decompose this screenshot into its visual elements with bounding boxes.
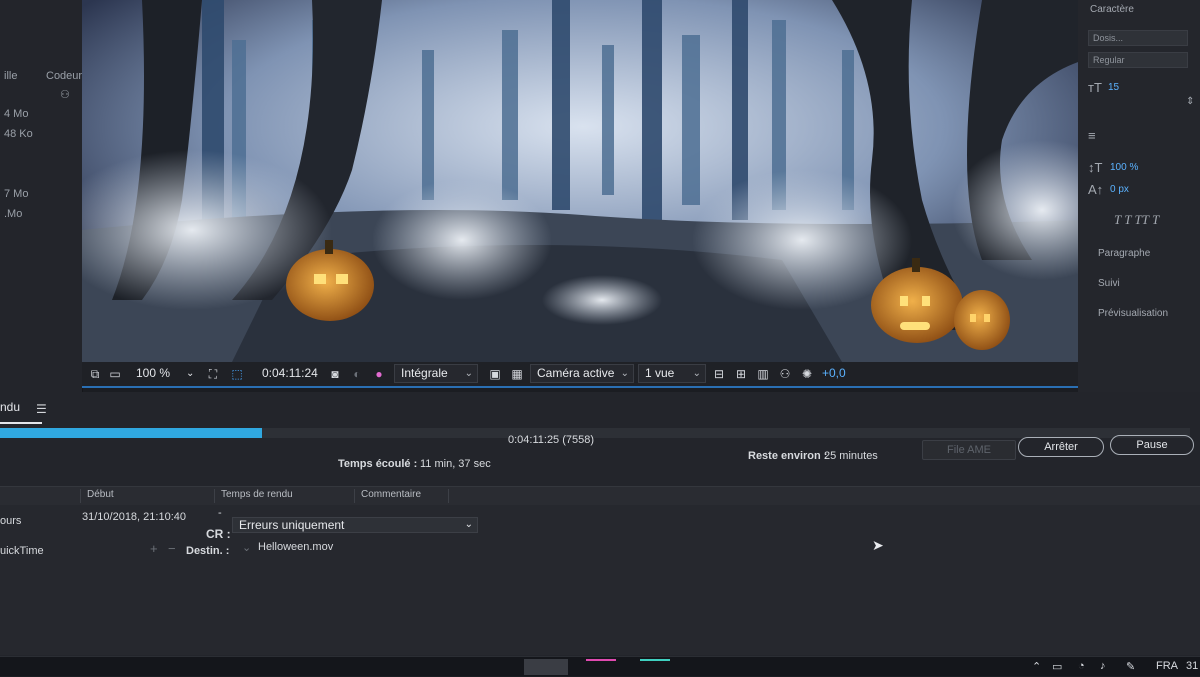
remaining-value: 25 minutes (824, 450, 878, 462)
halloween-forest-artwork (82, 0, 1084, 362)
resolution-dropdown[interactable]: Intégrale ⌄ (394, 364, 478, 383)
elapsed-label: Temps écoulé : (338, 458, 418, 470)
resolution-value: Intégrale (401, 366, 448, 380)
pen-icon[interactable]: ✎ (1126, 660, 1135, 673)
column-render-time[interactable]: Temps de rendu (214, 489, 293, 503)
output-module[interactable]: uickTime (0, 545, 44, 557)
vertical-scale-value[interactable]: 100 % (1110, 162, 1138, 173)
composition-viewer[interactable] (82, 0, 1084, 362)
project-panel: ille Codeur ⚇ 4 Mo 48 Ko 7 Mo .Mo (0, 0, 83, 392)
zoom-chevron-down-icon[interactable]: ⌄ (186, 368, 194, 379)
taskbar-app-button[interactable] (640, 659, 670, 677)
font-family-select[interactable]: Dosis... (1088, 30, 1188, 46)
project-size-1: 4 Mo (4, 108, 29, 120)
clock[interactable]: 31 (1186, 660, 1198, 672)
viewer-toolbar: ⧉ ▭ 100 % ⌄ ⛶ ⬚ 0:04:11:24 ◙ ◐ ● Intégra… (82, 362, 1078, 388)
item-start-time: 31/10/2018, 21:10:40 (82, 511, 186, 523)
views-dropdown[interactable]: 1 vue ⌄ (638, 364, 706, 383)
remove-output-icon[interactable]: − (168, 541, 176, 556)
character-panel-title: Caractère (1090, 4, 1134, 15)
add-output-icon[interactable]: + (150, 541, 158, 556)
paragraph-panel-header[interactable]: Paragraphe (1098, 248, 1150, 259)
project-size-3: 7 Mo (4, 188, 29, 200)
stop-button[interactable]: Arrêter (1018, 437, 1104, 457)
views-value: 1 vue (645, 366, 675, 380)
log-select[interactable]: Erreurs uniquement ⌄ (232, 517, 478, 533)
project-size-4: .Mo (4, 208, 23, 220)
item-status: ours (0, 515, 22, 527)
tracking-panel-header[interactable]: Suivi (1098, 278, 1120, 289)
snapshot-region-icon[interactable]: ⧉ (88, 367, 102, 381)
flowchart-icon[interactable]: ⚇ (60, 88, 70, 101)
preview-panel-header[interactable]: Prévisualisation (1098, 308, 1168, 319)
output-chevron-icon[interactable]: ⌄ (242, 541, 251, 554)
battery-icon[interactable]: ▭ (1052, 660, 1062, 673)
render-queue-items: ours 31/10/2018, 21:10:40 - CR : Erreurs… (0, 505, 1200, 655)
transparency-grid-icon[interactable]: ▦ (510, 367, 524, 381)
taskbar: ⌃ ▭ ◔ ♪ ✎ FRA 31 (0, 656, 1200, 676)
camera-value: Caméra active (537, 366, 615, 380)
leading-icon[interactable]: ⇕ (1186, 96, 1194, 107)
log-value: Erreurs uniquement (239, 518, 345, 532)
fit-frame-icon[interactable]: ⛶ (206, 367, 220, 381)
camera-snapshot-icon[interactable]: ◙ (328, 367, 342, 381)
font-size-value[interactable]: 15 (1108, 82, 1119, 93)
font-style-select[interactable]: Regular (1088, 52, 1188, 68)
font-size-icon: ᴛT (1088, 80, 1102, 95)
volume-icon[interactable]: ♪ (1100, 660, 1106, 672)
project-header-left: ille (4, 70, 18, 82)
elapsed-value: 11 min, 37 sec (420, 458, 491, 470)
render-progress-fill (0, 428, 262, 438)
baseline-shift-value[interactable]: 0 px (1110, 184, 1129, 195)
show-hidden-icons-chevron-up-icon[interactable]: ⌃ (1032, 660, 1041, 673)
faux-italic-icon[interactable]: T T TT T (1114, 212, 1159, 228)
fast-previews-icon[interactable]: ⊞ (734, 367, 748, 381)
taskbar-app-button[interactable] (524, 659, 568, 675)
panel-menu-icon[interactable]: ☰ (36, 402, 47, 416)
baseline-shift-icon: A↑ (1088, 182, 1104, 197)
vertical-scale-icon: ↕T (1088, 160, 1103, 175)
align-icon[interactable]: ≡ (1088, 128, 1096, 143)
timeline-icon[interactable]: ▥ (756, 367, 770, 381)
exposure-icon[interactable]: ✺ (800, 367, 814, 381)
item-render-time: - (218, 507, 222, 519)
region-of-interest-icon[interactable]: ▣ (488, 367, 502, 381)
ame-queue-button[interactable]: File AME (922, 440, 1016, 460)
viewer-timecode[interactable]: 0:04:11:24 (262, 366, 318, 380)
column-divider (448, 489, 455, 503)
taskbar-app-button[interactable] (586, 659, 616, 677)
remaining-label: Reste environ : (748, 450, 828, 462)
log-label: CR : (206, 527, 231, 541)
column-comment[interactable]: Commentaire (354, 489, 421, 503)
current-render-time: 0:04:11:25 (7558) (508, 434, 595, 446)
chevron-down-icon: ⌄ (464, 519, 473, 530)
output-filename[interactable]: Helloween.mov (258, 541, 333, 553)
pause-button[interactable]: Pause (1110, 435, 1194, 455)
project-header-right: Codeur (46, 70, 83, 82)
mouse-cursor-icon: ➤ (872, 537, 884, 553)
render-queue-column-header: Début Temps de rendu Commentaire (0, 486, 1200, 505)
flowchart-icon[interactable]: ⚇ (778, 367, 792, 381)
color-channels-icon[interactable]: ● (372, 367, 386, 381)
character-panel: Caractère Dosis... Regular ᴛT 15 ⇕ ≡ ↕T … (1078, 0, 1200, 392)
camera-dropdown[interactable]: Caméra active ⌄ (530, 364, 634, 383)
project-size-2: 48 Ko (4, 128, 33, 140)
column-start[interactable]: Début (80, 489, 114, 503)
language-indicator[interactable]: FRA (1156, 660, 1178, 672)
wifi-icon[interactable]: ◔ (1078, 660, 1085, 672)
output-label: Destin. : (186, 545, 230, 557)
chevron-down-icon: ⌄ (620, 368, 629, 379)
chevron-down-icon: ⌄ (464, 368, 473, 379)
monitor-icon[interactable]: ▭ (108, 367, 122, 381)
exposure-value[interactable]: +0,0 (822, 366, 846, 380)
chevron-down-icon: ⌄ (692, 368, 701, 379)
toggle-pixel-aspect-icon[interactable]: ⊟ (712, 367, 726, 381)
mask-path-icon[interactable]: ⬚ (230, 367, 244, 381)
show-snapshot-icon[interactable]: ◐ (350, 367, 364, 381)
zoom-level[interactable]: 100 % (136, 366, 170, 380)
